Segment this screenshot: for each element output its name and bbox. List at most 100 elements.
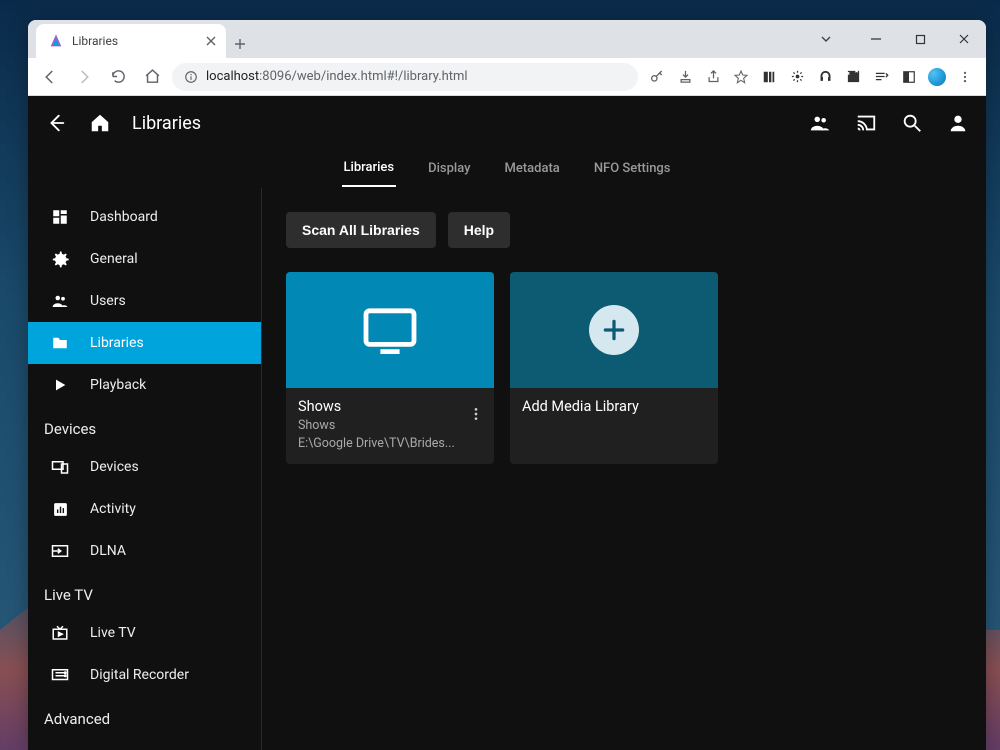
tv-icon [360,306,420,354]
library-cards: Shows Shows E:\Google Drive\TV\Brides... [286,272,962,464]
sidebar-item-dvr[interactable]: Digital Recorder [28,654,261,696]
tab-metadata[interactable]: Metadata [502,151,561,186]
key-icon[interactable] [648,68,666,86]
browser-window: Libraries [28,20,986,750]
app-root: Libraries Libraries Display Metadata [28,96,986,750]
folder-icon [50,333,70,353]
profile-avatar[interactable] [928,68,946,86]
browser-titlebar: Libraries [28,20,986,58]
sidebar-header-devices: Devices [28,406,261,446]
action-buttons: Scan All Libraries Help [286,212,962,248]
sidebar-item-general[interactable]: General [28,238,261,280]
add-library-card[interactable]: Add Media Library [510,272,718,464]
app-body: Dashboard General Users Libraries Playba… [28,188,986,750]
dashboard-icon [50,207,70,227]
scan-all-button[interactable]: Scan All Libraries [286,212,436,248]
url-host: localhost:8096/web/index.html#!/library.… [206,69,468,84]
input-icon [50,541,70,561]
sidebar-item-libraries[interactable]: Libraries [28,322,261,364]
add-library-thumbnail [510,272,718,388]
extension-icon-5[interactable] [900,68,918,86]
cast-icon[interactable] [854,111,878,135]
sidebar-header-advanced: Advanced [28,696,261,736]
tab-nfo[interactable]: NFO Settings [592,151,673,186]
add-library-body: Add Media Library [510,388,718,448]
sidebar-label: General [90,251,138,267]
maximize-button[interactable] [898,24,942,54]
sidebar-item-playback[interactable]: Playback [28,364,261,406]
sidebar-label: Playback [90,377,146,393]
main-content: Scan All Libraries Help Shows Shows E:\G… [262,188,986,750]
sidebar-header-livetv: Live TV [28,572,261,612]
library-card-body: Shows Shows E:\Google Drive\TV\Brides... [286,388,494,464]
activity-icon [50,499,70,519]
close-window-button[interactable] [942,24,986,54]
bookmark-star-icon[interactable] [732,68,750,86]
extension-icon-2[interactable] [788,68,806,86]
add-library-title: Add Media Library [522,398,706,415]
home-button[interactable] [138,63,166,91]
extensions-puzzle-icon[interactable] [844,68,862,86]
help-button[interactable]: Help [448,212,510,248]
sidebar-item-livetv[interactable]: Live TV [28,612,261,654]
library-subtitle: Shows [298,417,482,435]
library-card-shows[interactable]: Shows Shows E:\Google Drive\TV\Brides... [286,272,494,464]
site-info-icon[interactable] [184,70,198,84]
sidebar-label: Users [90,293,126,309]
sidebar-label: Devices [90,459,139,475]
users-icon[interactable] [808,111,832,135]
app-header: Libraries [28,96,986,150]
browser-tab-title: Libraries [72,34,118,48]
livetv-icon [50,623,70,643]
section-tabs: Libraries Display Metadata NFO Settings [28,150,986,188]
sidebar-item-activity[interactable]: Activity [28,488,261,530]
close-tab-icon[interactable] [206,36,216,46]
extension-icon-4[interactable] [872,68,890,86]
address-bar[interactable]: localhost:8096/web/index.html#!/library.… [172,63,638,91]
chrome-menu-icon[interactable] [956,68,974,86]
sidebar-label: Digital Recorder [90,667,189,683]
gear-icon [50,249,70,269]
new-tab-button[interactable] [226,30,254,58]
play-icon [50,375,70,395]
home-icon[interactable] [88,111,112,135]
sidebar-label: Live TV [90,625,136,641]
tab-display[interactable]: Display [426,151,472,186]
plus-circle-icon [589,305,639,355]
forward-button[interactable] [70,63,98,91]
sidebar-label: Libraries [90,335,144,351]
browser-toolbar: localhost:8096/web/index.html#!/library.… [28,58,986,96]
sidebar-item-devices[interactable]: Devices [28,446,261,488]
window-controls [804,20,986,58]
extension-icon-1[interactable] [760,68,778,86]
sidebar-item-dashboard[interactable]: Dashboard [28,196,261,238]
sidebar-label: Activity [90,501,136,517]
browser-tab[interactable]: Libraries [36,24,226,58]
people-icon [50,291,70,311]
back-arrow-icon[interactable] [44,111,68,135]
sidebar: Dashboard General Users Libraries Playba… [28,188,262,750]
search-icon[interactable] [900,111,924,135]
sidebar-item-users[interactable]: Users [28,280,261,322]
tab-libraries[interactable]: Libraries [342,150,397,187]
sidebar-item-dlna[interactable]: DLNA [28,530,261,572]
sidebar-label: Dashboard [90,209,158,225]
library-title: Shows [298,398,482,415]
extension-icon-3[interactable] [816,68,834,86]
user-menu-icon[interactable] [946,111,970,135]
install-icon[interactable] [676,68,694,86]
sidebar-item-networking[interactable]: Networking [28,736,261,750]
library-thumbnail [286,272,494,388]
chevron-down-icon[interactable] [804,24,848,54]
devices-icon [50,457,70,477]
share-icon[interactable] [704,68,722,86]
back-button[interactable] [36,63,64,91]
minimize-button[interactable] [854,24,898,54]
card-menu-icon[interactable] [468,406,484,422]
sidebar-label: DLNA [90,543,126,559]
reload-button[interactable] [104,63,132,91]
dvr-icon [50,665,70,685]
library-path: E:\Google Drive\TV\Brides... [298,435,482,453]
page-title: Libraries [132,113,201,134]
toolbar-actions [644,68,978,86]
